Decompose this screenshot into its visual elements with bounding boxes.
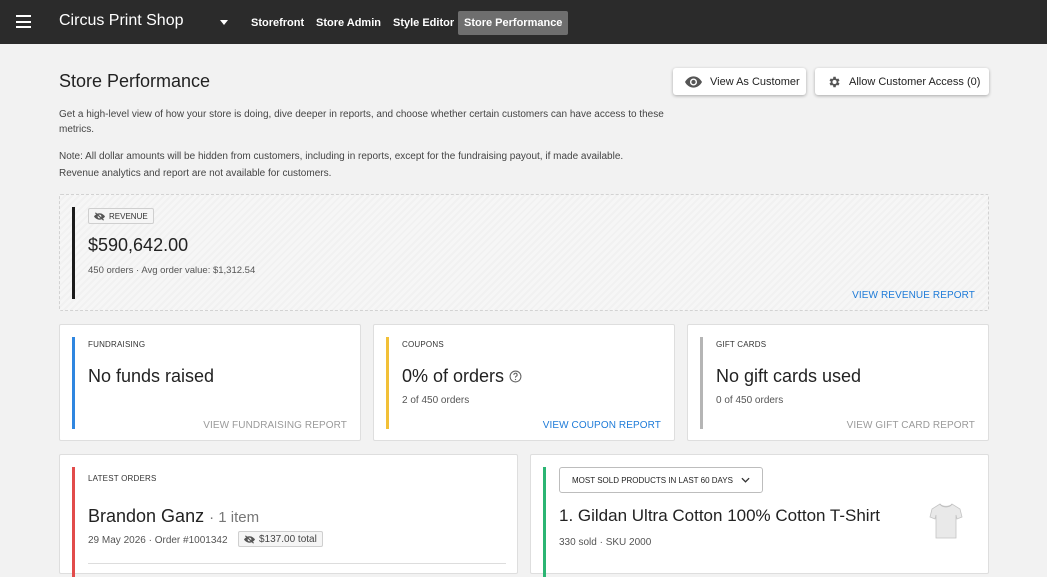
gear-icon [829,76,840,87]
allow-customer-access-button[interactable]: Allow Customer Access (0) [815,68,989,95]
order-divider [88,563,506,564]
order-customer-name: Brandon Ganz [88,506,205,526]
gift-cards-details: 0 of 450 orders [716,395,784,406]
coupons-accent-bar [386,337,389,429]
fundraising-label: FUNDRAISING [88,340,146,349]
revenue-badge: REVENUE [88,208,154,224]
revenue-details: 450 orders · Avg order value: $1,312.54 [88,265,256,276]
help-circle-icon[interactable] [509,370,522,383]
most-sold-period-dropdown[interactable]: MOST SOLD PRODUCTS IN LAST 60 DAYS [559,467,763,493]
note-line-1: Note: All dollar amounts will be hidden … [59,151,624,162]
view-as-customer-button[interactable]: View As Customer [673,68,806,95]
view-as-customer-label: View As Customer [710,75,800,88]
gift-cards-accent-bar [700,337,703,429]
order-total: $137.00 total [259,533,317,545]
view-revenue-report-link[interactable]: VIEW REVENUE REPORT [852,290,975,301]
fundraising-accent-bar [72,337,75,429]
view-fundraising-report-link[interactable]: VIEW FUNDRAISING REPORT [203,420,347,431]
top-navigation-bar: Circus Print Shop Storefront Store Admin… [0,0,1047,44]
menu-icon[interactable] [16,15,31,28]
coupons-details: 2 of 450 orders [402,395,470,406]
order-meta: 29 May 2026 · Order #1001342 [88,535,228,546]
gift-cards-value: No gift cards used [716,366,862,386]
top-product-meta: 330 sold · SKU 2000 [559,537,652,548]
fundraising-card: FUNDRAISING No funds raised VIEW FUNDRAI… [59,324,361,441]
tab-storefront[interactable]: Storefront [245,11,310,35]
order-list-item[interactable]: Brandon Ganz · 1 item [88,506,259,527]
tab-store-performance[interactable]: Store Performance [458,11,569,35]
top-product-name[interactable]: 1. Gildan Ultra Cotton 100% Cotton T-Shi… [559,506,880,526]
view-coupon-report-link[interactable]: VIEW COUPON REPORT [543,420,661,431]
coupons-label: COUPONS [402,340,444,349]
latest-orders-card: LATEST ORDERS Brandon Ganz · 1 item 29 M… [59,454,518,577]
page-title: Store Performance [59,71,211,91]
chevron-down-icon [741,477,750,483]
allow-customer-access-label: Allow Customer Access (0) [849,75,981,88]
tab-style-editor[interactable]: Style Editor [387,11,460,35]
tab-store-admin[interactable]: Store Admin [310,11,387,35]
eye-off-icon [244,534,255,544]
view-gift-card-report-link[interactable]: VIEW GIFT CARD REPORT [847,420,975,431]
revenue-accent-bar [72,207,75,299]
coupons-value: 0% of orders [402,366,505,386]
page-description: Get a high-level view of how your store … [59,109,664,135]
note-line-2: Revenue analytics and report are not ava… [59,168,332,179]
shop-name: Circus Print Shop [59,12,184,29]
most-sold-products-card: MOST SOLD PRODUCTS IN LAST 60 DAYS 1. Gi… [530,454,989,577]
revenue-card: REVENUE $590,642.00 450 orders · Avg ord… [59,194,989,311]
tshirt-product-image [929,503,963,539]
eye-icon [685,75,702,88]
revenue-badge-label: REVENUE [109,211,148,221]
most-sold-dropdown-label: MOST SOLD PRODUCTS IN LAST 60 DAYS [572,475,733,485]
latest-orders-label: LATEST ORDERS [88,474,157,483]
order-item-count: · 1 item [209,509,260,526]
revenue-amount: $590,642.00 [88,235,189,255]
most-sold-accent-bar [543,467,546,577]
latest-orders-accent-bar [72,467,75,577]
fundraising-value: No funds raised [88,366,215,386]
coupons-card: COUPONS 0% of orders 2 of 450 orders VIE… [373,324,675,441]
gift-cards-card: GIFT CARDS No gift cards used 0 of 450 o… [687,324,989,441]
order-total-chip: $137.00 total [238,531,323,547]
eye-off-icon [94,211,105,221]
gift-cards-label: GIFT CARDS [716,340,767,349]
caret-down-icon[interactable] [220,20,228,25]
